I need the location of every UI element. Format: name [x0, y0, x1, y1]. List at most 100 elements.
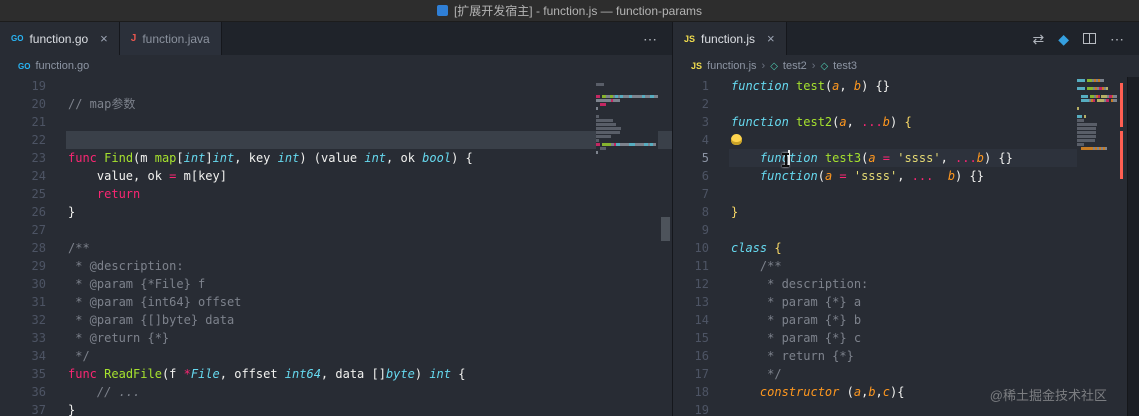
line-number[interactable]: 23 — [0, 149, 46, 167]
code-text[interactable] — [66, 77, 672, 95]
code-area-right[interactable]: 1 function test(a, b) {} 2 3 function test2(… — [673, 77, 1139, 416]
line-number[interactable]: 1 — [673, 77, 709, 95]
code-line[interactable]: 22 — [0, 131, 672, 149]
code-line[interactable]: 33 * @return {*} — [0, 329, 672, 347]
code-text[interactable]: func ReadFile(f *File, offset int64, dat… — [66, 365, 672, 383]
breadcrumb-symbol-test3[interactable]: test3 — [833, 60, 857, 72]
lightbulb-icon[interactable] — [731, 134, 742, 145]
line-number[interactable]: 18 — [673, 383, 709, 401]
line-number[interactable]: 35 — [0, 365, 46, 383]
code-line[interactable]: 8} — [673, 203, 1139, 221]
code-line[interactable]: 35 func ReadFile(f *File, offset int64, d… — [0, 365, 672, 383]
editor-left[interactable]: 19 20 // map参数 21 22 23 func Find(m map[int]in… — [0, 77, 672, 416]
code-line[interactable]: 17 */ — [673, 365, 1139, 383]
line-number[interactable]: 10 — [673, 239, 709, 257]
code-text[interactable]: */ — [66, 347, 672, 365]
line-number[interactable]: 2 — [673, 95, 709, 113]
code-text[interactable] — [66, 221, 672, 239]
line-number[interactable]: 21 — [0, 113, 46, 131]
line-number[interactable]: 5 — [673, 149, 709, 167]
line-number[interactable]: 36 — [0, 383, 46, 401]
line-number[interactable]: 19 — [673, 401, 709, 416]
line-number[interactable]: 32 — [0, 311, 46, 329]
line-number[interactable]: 25 — [0, 185, 46, 203]
code-line[interactable]: 36 // ... — [0, 383, 672, 401]
line-number[interactable]: 24 — [0, 167, 46, 185]
breadcrumb-symbol-test2[interactable]: test2 — [783, 60, 807, 72]
code-line[interactable]: 21 — [0, 113, 672, 131]
minimap-left[interactable] — [596, 79, 658, 416]
code-area-left[interactable]: 19 20 // map参数 21 22 23 func Find(m map[int]in… — [0, 77, 672, 416]
line-number[interactable]: 20 — [0, 95, 46, 113]
breadcrumb-file[interactable]: function.js — [707, 60, 757, 72]
code-line[interactable]: 3 function test2(a, ...b) { — [673, 113, 1139, 131]
code-line[interactable]: 32 * @param {[]byte} data — [0, 311, 672, 329]
line-number[interactable]: 34 — [0, 347, 46, 365]
code-text[interactable]: /** — [66, 239, 672, 257]
line-number[interactable]: 29 — [0, 257, 46, 275]
tab-function-go[interactable]: GO function.go × — [0, 22, 120, 55]
line-number[interactable]: 3 — [673, 113, 709, 131]
code-line[interactable]: 34 */ — [0, 347, 672, 365]
code-text[interactable]: func Find(m map[int]int, key int) (value… — [66, 149, 672, 167]
code-line[interactable]: 11 /** — [673, 257, 1139, 275]
line-number[interactable]: 31 — [0, 293, 46, 311]
line-number[interactable]: 4 — [673, 131, 709, 149]
code-text[interactable] — [66, 113, 672, 131]
line-number[interactable]: 33 — [0, 329, 46, 347]
code-line[interactable]: 26} — [0, 203, 672, 221]
code-line[interactable]: 7 — [673, 185, 1139, 203]
line-number[interactable]: 37 — [0, 401, 46, 416]
code-line[interactable]: 24 value, ok = m[key] — [0, 167, 672, 185]
line-number[interactable]: 14 — [673, 311, 709, 329]
line-number[interactable]: 12 — [673, 275, 709, 293]
code-line[interactable]: 12 * description: — [673, 275, 1139, 293]
code-text[interactable]: // ... — [66, 383, 672, 401]
code-line[interactable]: 28 /** — [0, 239, 672, 257]
code-line[interactable]: 6 function(a = 'ssss', ... b) {} — [673, 167, 1139, 185]
tab-function-js[interactable]: JS function.js × — [673, 22, 787, 55]
more-actions-icon[interactable]: ⋯ — [1110, 32, 1124, 46]
line-number[interactable]: 22 — [0, 131, 46, 149]
code-line[interactable]: 15 * param {*} c — [673, 329, 1139, 347]
more-actions-icon[interactable]: ⋯ — [643, 32, 657, 46]
line-number[interactable]: 17 — [673, 365, 709, 383]
minimap-right[interactable] — [1077, 79, 1117, 416]
code-text[interactable]: return — [66, 185, 672, 203]
line-number[interactable]: 30 — [0, 275, 46, 293]
code-line[interactable]: 27 — [0, 221, 672, 239]
line-number[interactable]: 9 — [673, 221, 709, 239]
code-line[interactable]: 20 // map参数 — [0, 95, 672, 113]
line-number[interactable]: 19 — [0, 77, 46, 95]
line-number[interactable]: 8 — [673, 203, 709, 221]
code-line[interactable]: 13 * param {*} a — [673, 293, 1139, 311]
code-line[interactable]: 16 * return {*} — [673, 347, 1139, 365]
code-line[interactable]: 4 — [673, 131, 1139, 149]
scrollbar-thumb[interactable] — [661, 217, 670, 241]
code-line[interactable]: 30 * @param {*File} f — [0, 275, 672, 293]
code-line[interactable]: 37} — [0, 401, 672, 416]
code-line[interactable]: 2 — [673, 95, 1139, 113]
code-line[interactable]: 23 func Find(m map[int]int, key int) (val… — [0, 149, 672, 167]
close-tab-icon[interactable]: × — [100, 31, 108, 46]
code-line[interactable]: 31 * @param {int64} offset — [0, 293, 672, 311]
line-number[interactable]: 11 — [673, 257, 709, 275]
code-line[interactable]: 25 return — [0, 185, 672, 203]
line-number[interactable]: 7 — [673, 185, 709, 203]
editor-right[interactable]: 1 function test(a, b) {} 2 3 function test2(… — [673, 77, 1139, 416]
code-text[interactable]: } — [66, 203, 672, 221]
code-line[interactable]: 9 — [673, 221, 1139, 239]
line-number[interactable]: 15 — [673, 329, 709, 347]
line-number[interactable]: 6 — [673, 167, 709, 185]
code-line[interactable]: 14 * param {*} b — [673, 311, 1139, 329]
code-text[interactable]: * @description: — [66, 257, 672, 275]
code-line[interactable]: 1 function test(a, b) {} — [673, 77, 1139, 95]
code-line[interactable]: 19 — [0, 77, 672, 95]
code-text[interactable]: * @param {*File} f — [66, 275, 672, 293]
close-tab-icon[interactable]: × — [767, 31, 775, 46]
line-number[interactable]: 27 — [0, 221, 46, 239]
code-text[interactable]: * @return {*} — [66, 329, 672, 347]
line-number[interactable]: 26 — [0, 203, 46, 221]
code-line[interactable]: 10 class { — [673, 239, 1139, 257]
line-number[interactable]: 28 — [0, 239, 46, 257]
